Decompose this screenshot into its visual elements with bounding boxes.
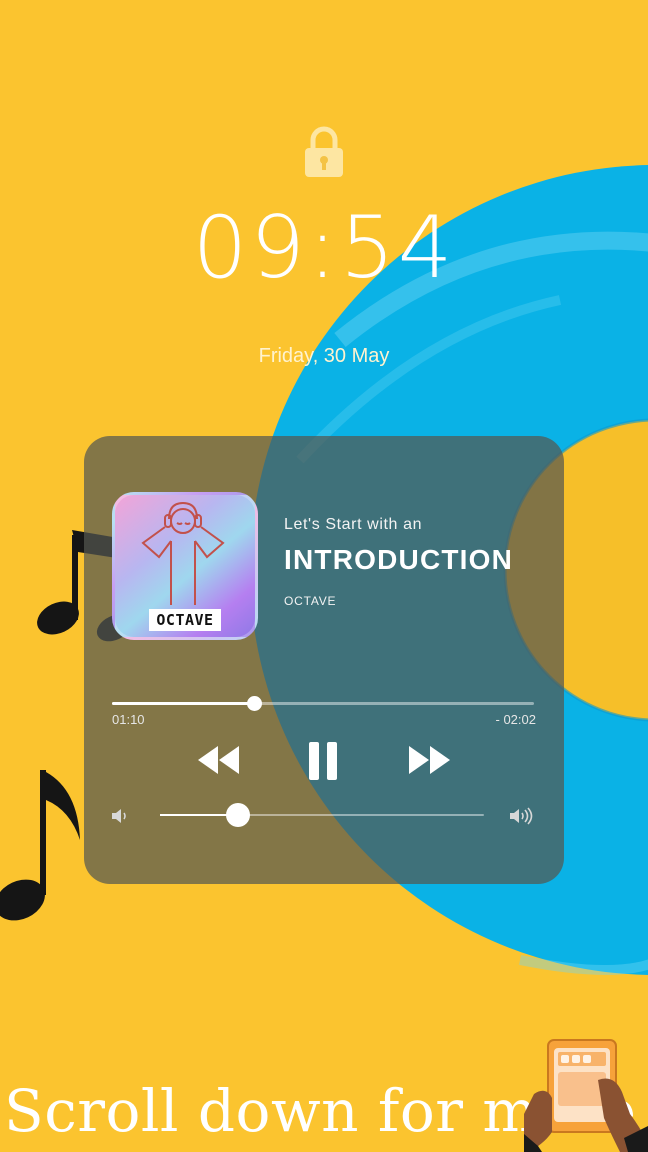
volume-thumb[interactable] bbox=[225, 803, 250, 827]
track-artist: OCTAVE bbox=[284, 594, 337, 608]
album-art-label: OCTAVE bbox=[149, 609, 221, 631]
fast-forward-button[interactable] bbox=[404, 738, 454, 782]
media-player-widget: OCTAVE Let's Start with an INTRODUCTION … bbox=[84, 436, 564, 884]
fast-forward-icon bbox=[409, 746, 450, 774]
pause-icon bbox=[309, 742, 337, 780]
elapsed-time: 01:10 bbox=[112, 712, 145, 727]
volume-slider[interactable] bbox=[160, 803, 484, 827]
volume-high-icon bbox=[510, 807, 533, 825]
progress-thumb[interactable] bbox=[247, 696, 263, 711]
rewind-icon bbox=[198, 746, 239, 774]
pause-button[interactable] bbox=[301, 738, 345, 782]
lock-icon bbox=[305, 126, 343, 177]
scroll-hint-text: Scroll down for more bbox=[4, 1077, 637, 1145]
remaining-time: - 02:02 bbox=[495, 712, 536, 727]
tablet-hands-illustration bbox=[524, 1039, 648, 1152]
track-subtitle: Let's Start with an bbox=[284, 516, 423, 533]
music-note-lower bbox=[0, 770, 80, 921]
album-art[interactable]: OCTAVE bbox=[112, 492, 258, 640]
lock-screen-date: Friday, 30 May bbox=[258, 345, 390, 367]
progress-bar[interactable] bbox=[112, 696, 534, 711]
lock-screen-clock: 09:54 bbox=[192, 198, 456, 298]
volume-low-icon bbox=[112, 809, 126, 823]
track-title: INTRODUCTION bbox=[284, 544, 514, 575]
rewind-button[interactable] bbox=[194, 738, 244, 782]
progress-fill bbox=[112, 702, 255, 705]
